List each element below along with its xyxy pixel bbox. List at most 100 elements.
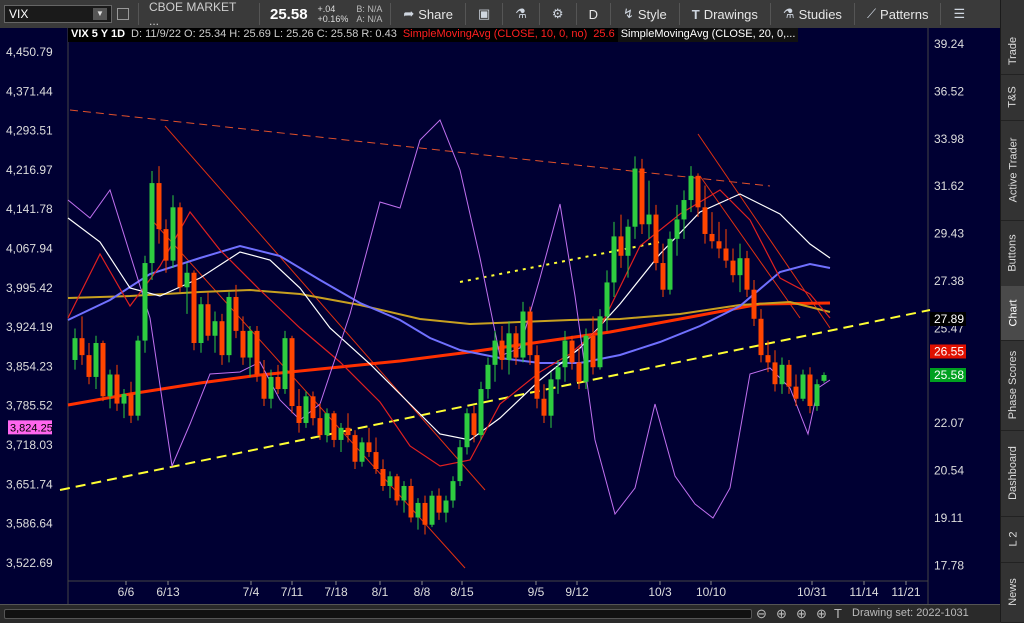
ohlc-readout: D: 11/9/22 O: 25.34 H: 25.69 L: 25.26 C:… <box>128 28 400 42</box>
settings-button[interactable]: ⚙ <box>544 6 572 22</box>
candle-body <box>114 374 120 404</box>
candle-body <box>121 393 127 404</box>
symbol-input[interactable]: VIX ▼ <box>4 5 112 23</box>
candle-body <box>688 175 694 201</box>
candle-body <box>163 229 169 261</box>
bid-ask-block: B: N/A A: N/A <box>352 4 386 24</box>
tab-phase-scores[interactable]: Phase Scores <box>1001 340 1024 431</box>
tab-news[interactable]: News <box>1001 562 1024 623</box>
candle-body <box>296 406 302 423</box>
sma10-value: 25.6 <box>590 28 618 42</box>
candle-body <box>590 335 596 368</box>
candle-body <box>205 304 211 336</box>
candle-body <box>709 233 715 242</box>
divider <box>575 3 577 25</box>
candle-body <box>100 343 106 397</box>
tab-label: Phase Scores <box>1007 350 1020 420</box>
candle-body <box>128 393 134 416</box>
bid-value: B: N/A <box>356 4 383 14</box>
tab-level2[interactable]: L 2 <box>1001 516 1024 563</box>
crosshair-icon[interactable]: ⊕ <box>796 606 807 622</box>
patterns-button[interactable]: ⟋ Patterns <box>859 6 937 22</box>
left-tick-label: 3,586.64 <box>6 517 53 531</box>
right-tick-label: 22.07 <box>934 416 964 430</box>
toolbar: VIX ▼ CBOE MARKET ... 25.58 +.04 +0.16% … <box>0 0 1000 29</box>
chevron-down-icon[interactable]: ▼ <box>93 8 107 20</box>
left-tick-label: 3,651.74 <box>6 477 53 491</box>
candle-body <box>268 376 274 399</box>
candle-body <box>135 340 141 416</box>
candle-body <box>492 340 498 365</box>
candle-body <box>611 236 617 283</box>
drawings-button[interactable]: T Drawings <box>684 7 766 22</box>
price-chart[interactable]: 4,450.79 4,371.44 4,293.51 4,216.97 4,141.78… <box>0 28 1000 622</box>
tab-active-trader[interactable]: Active Trader <box>1001 120 1024 221</box>
menu-icon: ☰ <box>953 6 966 21</box>
candle-body <box>324 413 330 436</box>
candle-body <box>310 396 316 419</box>
candle-body <box>464 413 470 448</box>
left-tick-label: 4,450.79 <box>6 45 53 59</box>
horizontal-scrollbar[interactable] <box>4 609 752 619</box>
tab-dashboard[interactable]: Dashboard <box>1001 430 1024 517</box>
drawing-set-label[interactable]: Drawing set: 2022-1031 <box>852 607 969 619</box>
candle-body <box>793 386 799 399</box>
study-symbol[interactable]: VIX 5 Y 1D <box>68 28 129 42</box>
link-icon[interactable] <box>112 8 134 20</box>
divider <box>138 3 139 25</box>
candle-body <box>86 355 92 377</box>
zoom-out-icon[interactable]: ⊖ <box>756 606 767 622</box>
candle-body <box>541 398 547 416</box>
candle-body <box>786 364 792 387</box>
text-tool-icon[interactable]: T <box>834 606 842 621</box>
sma10-label[interactable]: SimpleMovingAvg (CLOSE, 10, 0, no) <box>399 28 591 42</box>
candle-body <box>625 226 631 256</box>
symbol-text: VIX <box>9 7 29 21</box>
candle-body <box>478 389 484 436</box>
x-tick-label: 8/1 <box>372 585 389 599</box>
study-bar: VIX 5 Y 1D D: 11/9/22 O: 25.34 H: 25.69 … <box>68 28 799 42</box>
zoom-in-icon[interactable]: ⊕ <box>776 606 787 622</box>
candle-body <box>674 219 680 239</box>
candle-body <box>233 296 239 331</box>
x-tick-label: 11/14 <box>849 585 878 599</box>
candle-body <box>716 241 722 249</box>
divider <box>502 3 504 25</box>
tab-label: News <box>1007 578 1020 606</box>
candle-body <box>338 427 344 440</box>
sma20-label[interactable]: SimpleMovingAvg (CLOSE, 20, 0,... <box>617 28 799 42</box>
flask-button[interactable]: ⚗ <box>507 6 535 22</box>
divider <box>538 3 540 25</box>
candle-body <box>107 374 113 397</box>
company-name: CBOE MARKET ... <box>149 0 237 28</box>
candle-body <box>534 355 540 399</box>
menu-button[interactable]: ☰ <box>945 6 973 22</box>
style-icon: ↯ <box>622 6 634 21</box>
x-tick-label: 10/3 <box>648 585 672 599</box>
candle-body <box>191 272 197 344</box>
candle-body <box>702 207 708 234</box>
tab-label: Trade <box>1007 36 1020 66</box>
candle-body <box>429 495 435 525</box>
candle-body <box>548 379 554 416</box>
tab-buttons[interactable]: Buttons <box>1001 220 1024 287</box>
candle-body <box>156 183 162 230</box>
save-button[interactable]: ▣ <box>470 6 498 22</box>
candle-body <box>506 333 512 360</box>
candle-body <box>331 413 337 440</box>
candle-body <box>149 183 155 264</box>
tab-time-and-sales[interactable]: T&S <box>1001 74 1024 121</box>
patterns-label: Patterns <box>880 6 929 22</box>
tab-trade[interactable]: Trade <box>1001 28 1024 75</box>
candle-body <box>695 175 701 208</box>
candle-body <box>758 318 764 356</box>
share-button[interactable]: ➦ Share <box>395 6 461 22</box>
period-button[interactable]: D <box>581 7 606 22</box>
x-tick-label: 6/6 <box>118 585 135 599</box>
left-tick-label: 4,067.94 <box>6 242 53 256</box>
style-button[interactable]: ↯ Style <box>615 6 675 22</box>
zoom-in-icon[interactable]: ⊕ <box>816 606 827 622</box>
studies-button[interactable]: ⚗ Studies <box>775 6 850 22</box>
tab-chart[interactable]: Chart <box>1001 286 1024 341</box>
gear-icon: ⚙ <box>551 6 564 21</box>
